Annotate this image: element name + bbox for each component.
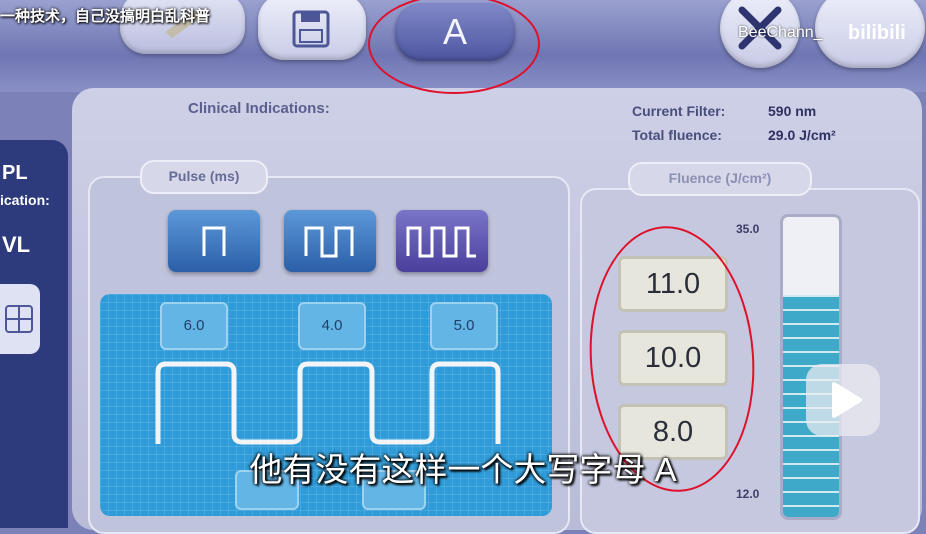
indication-label: ication:	[0, 192, 50, 208]
fluence-section-tab: Fluence (J/cm²)	[628, 162, 812, 196]
total-fluence-value: 29.0 J/cm²	[768, 127, 836, 143]
double-pulse-button[interactable]	[284, 210, 376, 272]
floppy-disk-icon	[292, 10, 330, 48]
mode-label: VL	[2, 232, 31, 257]
current-filter-value: 590 nm	[768, 103, 817, 119]
pulse-section-tab: Pulse (ms)	[140, 160, 268, 194]
bilibili-logo: bilibili	[848, 22, 906, 44]
video-subtitle: 他有没有这样一个大写字母 A	[249, 451, 677, 488]
author-watermark: BeeChann_	[738, 24, 823, 41]
single-pulse-button[interactable]	[168, 210, 260, 272]
current-filter-label: Current Filter:	[632, 103, 726, 119]
triple-pulse-icon	[406, 226, 476, 258]
grid-view-button[interactable]	[0, 284, 40, 354]
fluence-value-1[interactable]: 11.0	[618, 256, 728, 312]
triple-pulse-button[interactable]	[396, 210, 488, 272]
pulse-section-label: Pulse (ms)	[168, 168, 240, 184]
single-pulse-icon	[202, 226, 226, 256]
save-button[interactable]	[258, 0, 366, 60]
grid-icon	[5, 305, 33, 333]
total-fluence-label: Total fluence:	[632, 127, 722, 143]
video-play-button[interactable]	[806, 364, 880, 436]
pulse-duration-1[interactable]: 6.0	[160, 302, 228, 350]
pulse-duration-2[interactable]: 4.0	[298, 302, 366, 350]
fluence-value-2[interactable]: 10.0	[618, 330, 728, 386]
double-pulse-icon	[304, 226, 354, 258]
text-button[interactable]: A	[395, 3, 515, 61]
play-icon	[832, 382, 862, 418]
top-caption: 一种技术，自己没搞明白乱科普	[0, 8, 211, 25]
text-button-glyph: A	[442, 11, 467, 52]
clinical-indications-label: Clinical Indications:	[188, 100, 330, 117]
fluence-section-label: Fluence (J/cm²)	[668, 170, 772, 186]
fluence-scale-max: 35.0	[736, 222, 760, 236]
pulse-duration-3[interactable]: 5.0	[430, 302, 498, 350]
ipl-label: PL	[2, 162, 28, 184]
